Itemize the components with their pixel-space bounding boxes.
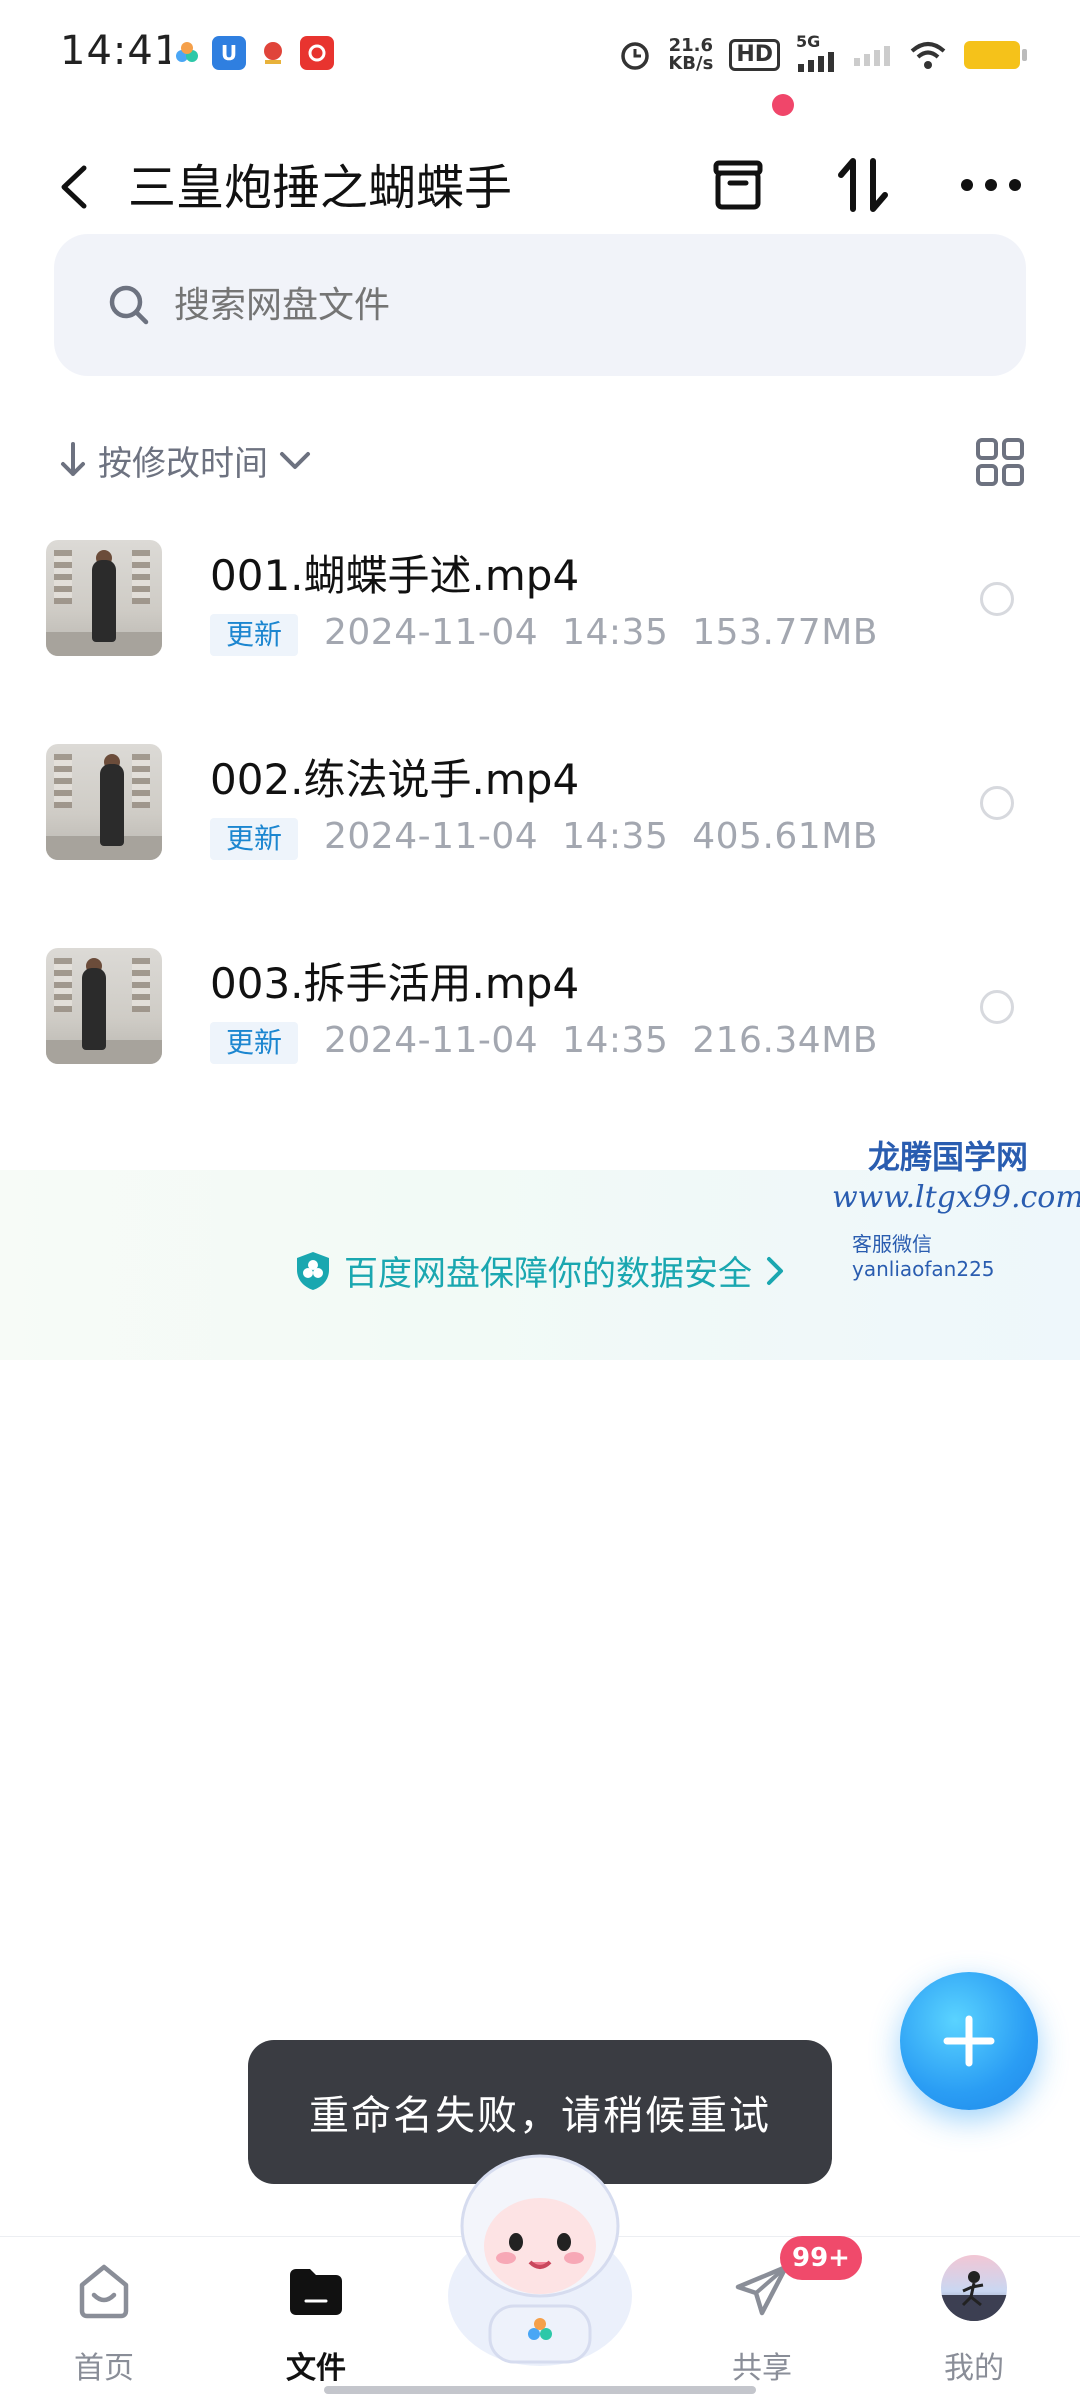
folder-icon: [290, 2269, 342, 2315]
watermark-title: 龙腾国学网: [868, 1138, 1029, 1176]
hd-voice-indicator: HD: [729, 39, 780, 71]
file-name: 002.练法说手.mp4: [210, 755, 580, 804]
network-speed-unit: KB/s: [668, 53, 714, 74]
grid-view-button[interactable]: [970, 432, 1030, 492]
chevron-right-icon: [767, 1256, 783, 1285]
wifi-icon: [910, 42, 946, 69]
plus-icon: [943, 2015, 995, 2067]
file-list-item[interactable]: 002.练法说手.mp4 更新 2024-11-04 14:35 405.61M…: [0, 734, 1080, 934]
back-button[interactable]: [50, 152, 100, 222]
file-list-item[interactable]: 001.蝴蝶手述.mp4 更新 2024-11-04 14:35 153.77M…: [0, 530, 1080, 730]
page-title: 三皇炮捶之蝴蝶手: [128, 160, 513, 216]
sort-label: 按修改时间: [98, 443, 268, 484]
alarm-icon: [621, 42, 650, 70]
transfer-list-button[interactable]: [693, 140, 783, 230]
file-meta: 2024-11-04 14:35 153.77MB: [324, 612, 878, 653]
shield-icon: [297, 1251, 329, 1290]
chevron-left-icon: [61, 165, 87, 209]
home-indicator[interactable]: [324, 2386, 756, 2394]
cellular-signal-icon: 5G: [796, 32, 836, 72]
security-banner-text: 百度网盘保障你的数据安全: [344, 1254, 752, 1294]
assistant-mascot-button[interactable]: [430, 2146, 650, 2376]
arrow-down-icon: [61, 442, 85, 476]
file-time: 14:35: [562, 612, 669, 653]
file-size: 405.61MB: [692, 816, 878, 857]
file-list-item[interactable]: 003.拆手活用.mp4 更新 2024-11-04 14:35 216.34M…: [0, 938, 1080, 1138]
update-badge: 更新: [210, 614, 299, 656]
network-type-label: 5G: [796, 32, 821, 51]
app-notification-icon: U: [212, 36, 246, 70]
status-time: 14:41: [60, 28, 181, 74]
search-icon: [109, 285, 149, 325]
update-badge: 更新: [210, 818, 299, 860]
file-name: 003.拆手活用.mp4: [210, 959, 580, 1008]
music-notification-icon: [300, 36, 334, 70]
watermark-contact: 客服微信 yanliaofan225: [852, 1232, 995, 1281]
file-meta: 2024-11-04 14:35 216.34MB: [324, 1020, 878, 1061]
video-thumbnail: [46, 540, 162, 656]
nav-item-me[interactable]: 我的: [894, 2237, 1054, 2400]
search-bar[interactable]: [54, 234, 1026, 376]
nav-label-share: 共享: [732, 2351, 792, 2386]
file-name: 001.蝴蝶手述.mp4: [210, 551, 580, 600]
file-date: 2024-11-04: [324, 612, 539, 653]
add-button[interactable]: [900, 1972, 1038, 2110]
file-time: 14:35: [562, 816, 669, 857]
watermark-url: www.ltgx99.com: [832, 1180, 1080, 1215]
more-options-button[interactable]: [946, 140, 1036, 230]
up-down-arrows-icon: [838, 158, 888, 212]
file-size: 216.34MB: [692, 1020, 878, 1061]
select-checkbox[interactable]: [980, 786, 1014, 820]
archive-box-icon: [713, 160, 763, 210]
cellular-signal-2-icon: [854, 46, 890, 66]
file-date: 2024-11-04: [324, 1020, 539, 1061]
select-checkbox[interactable]: [980, 990, 1014, 1024]
nav-item-home[interactable]: 首页: [24, 2237, 184, 2400]
nav-item-files[interactable]: 文件: [236, 2237, 396, 2400]
grid-view-icon: [976, 438, 1024, 486]
notification-dot: [772, 94, 794, 116]
nav-label-me: 我的: [944, 2351, 1004, 2386]
status-right-group: 21.6 KB/s HD 5G: [618, 30, 1027, 80]
network-speed: 21.6 KB/s: [668, 37, 713, 73]
select-checkbox[interactable]: [980, 582, 1014, 616]
sort-toggle-button[interactable]: [818, 140, 908, 230]
file-size: 153.77MB: [692, 612, 878, 653]
avatar: [941, 2255, 1007, 2321]
nav-label-files: 文件: [286, 2351, 346, 2386]
more-horizontal-icon: [961, 179, 1021, 191]
video-thumbnail: [46, 948, 162, 1064]
chevron-down-icon: [280, 452, 310, 469]
share-count-badge: 99+: [780, 2236, 862, 2280]
file-time: 14:35: [562, 1020, 669, 1061]
search-input[interactable]: [174, 284, 622, 326]
file-date: 2024-11-04: [324, 816, 539, 857]
file-meta: 2024-11-04 14:35 405.61MB: [324, 816, 878, 857]
sort-selector[interactable]: 按修改时间: [58, 432, 312, 488]
update-badge: 更新: [210, 1022, 299, 1064]
baidu-cloud-notification-icon: [170, 36, 204, 70]
nav-label-home: 首页: [74, 2351, 134, 2386]
video-thumbnail: [46, 744, 162, 860]
home-icon: [79, 2264, 129, 2319]
status-bar: 14:41 U 21.6 KB/s HD 5G: [0, 0, 1080, 110]
emblem-notification-icon: [256, 36, 290, 70]
battery-icon: [964, 41, 1027, 69]
